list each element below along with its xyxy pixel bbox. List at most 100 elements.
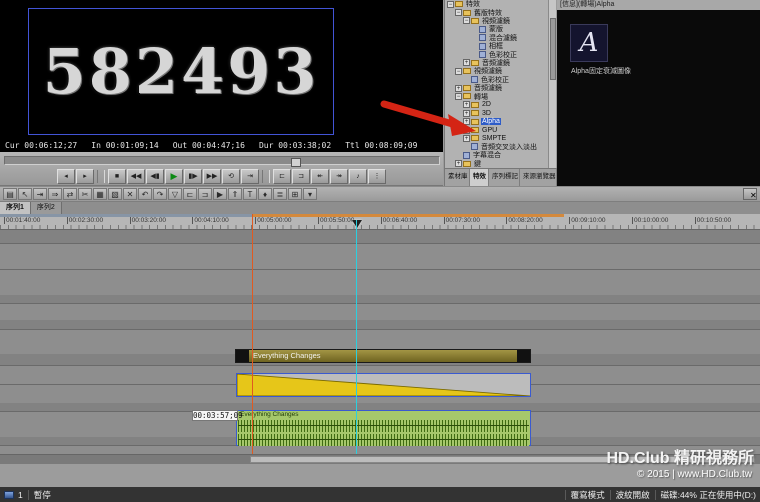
tree-item-Alpha[interactable]: +Alpha — [445, 117, 549, 125]
next-frame-button[interactable]: ▮▶ — [184, 169, 202, 184]
pause-button[interactable]: 暫停 — [34, 489, 51, 501]
tree-item-字幕混合[interactable]: 字幕混合 — [445, 151, 549, 159]
set-out-icon[interactable]: ⊐ — [198, 188, 212, 200]
toolbar-menu-icon[interactable]: ▾ — [303, 188, 317, 200]
expand-icon[interactable]: + — [463, 101, 470, 108]
timecode-tooltip: 00:03:57;09 — [192, 410, 238, 421]
expand-icon[interactable]: + — [463, 127, 470, 134]
collapse-icon[interactable]: − — [447, 1, 454, 8]
timeline-tracks[interactable]: Everything Changes 00:03:57;09 Everythin… — [0, 230, 760, 454]
effect-icon — [479, 34, 486, 41]
scrub-bar[interactable] — [4, 156, 440, 165]
rewind-button[interactable]: ◀◀ — [127, 169, 145, 184]
stop-button[interactable]: ■ — [108, 169, 126, 184]
expand-icon[interactable]: + — [463, 118, 470, 125]
keyframe-icon[interactable]: ♦ — [258, 188, 272, 200]
title-tool-icon[interactable]: T — [243, 188, 257, 200]
tree-item-鍵[interactable]: +鍵 — [445, 159, 549, 167]
alpha-effect-thumbnail[interactable]: A — [570, 24, 608, 62]
alpha-letter: A — [580, 28, 599, 58]
sequence-tab-序列2[interactable]: 序列2 — [31, 202, 62, 214]
ripple-mode-icon[interactable]: ⇄ — [63, 188, 77, 200]
expand-icon[interactable]: + — [463, 135, 470, 142]
delete-icon[interactable]: ✕ — [123, 188, 137, 200]
goto-in-button[interactable]: ↞ — [311, 169, 329, 184]
folder-icon — [463, 68, 471, 74]
cut-icon[interactable]: ✂ — [78, 188, 92, 200]
palette-tab-素材庫[interactable]: 素材庫 — [445, 169, 470, 186]
tree-item-2D[interactable]: +2D — [445, 101, 549, 109]
close-icon[interactable]: ✕ — [743, 188, 757, 200]
palette-tab-特效[interactable]: 特效 — [470, 169, 489, 186]
ruler-label: 00:08:20:00 — [506, 217, 542, 224]
tree-item-3D[interactable]: +3D — [445, 109, 549, 117]
status-menu-icon[interactable] — [4, 491, 14, 499]
play-icon[interactable]: ▶ — [213, 188, 227, 200]
mixer-icon[interactable]: ≣ — [273, 188, 287, 200]
track-lane[interactable] — [0, 230, 760, 243]
expand-icon[interactable]: + — [463, 59, 470, 66]
divider — [565, 490, 566, 500]
track-lane[interactable] — [0, 320, 760, 329]
jog-right-button[interactable]: ▸ — [76, 169, 94, 184]
collapse-icon[interactable]: − — [455, 68, 462, 75]
ruler-label: 00:10:00:00 — [632, 217, 668, 224]
play-button[interactable]: ▶ — [165, 169, 183, 184]
tree-item-音頻濾鏡[interactable]: +音頻濾鏡 — [445, 84, 549, 92]
overwrite-mode-icon[interactable]: ⇒ — [48, 188, 62, 200]
sequence-tabs: 序列1序列2 — [0, 202, 760, 214]
goto-out-button[interactable]: ↠ — [330, 169, 348, 184]
video-editor-window: 582493 Cur 00:06:12;27In 00:01:09;14Out … — [0, 0, 760, 502]
fast-forward-button[interactable]: ▶▶ — [203, 169, 221, 184]
clip-trim-handle-left[interactable] — [236, 350, 249, 362]
transition-fade-clip[interactable] — [236, 373, 531, 397]
ruler-label: 00:06:40:00 — [381, 217, 417, 224]
undo-icon[interactable]: ↶ — [138, 188, 152, 200]
sequence-tab-序列1[interactable]: 序列1 — [0, 202, 31, 214]
goto-end-button[interactable]: ⇥ — [241, 169, 259, 184]
cursor-icon[interactable]: ↖ — [18, 188, 32, 200]
overwrite-mode-button[interactable]: 覆寫模式 — [571, 489, 605, 501]
add-marker-icon[interactable]: ▽ — [168, 188, 182, 200]
tree-item-轉場[interactable]: −轉場 — [445, 92, 549, 100]
expand-icon[interactable]: + — [455, 85, 462, 92]
collapse-icon[interactable]: − — [455, 9, 462, 16]
playhead-handle[interactable] — [352, 220, 362, 228]
paste-icon[interactable]: ▧ — [108, 188, 122, 200]
divider — [28, 490, 29, 500]
palette-tab-來源瀏覽器[interactable]: 來源瀏覽器 — [520, 169, 557, 186]
timeline-ruler[interactable]: 00:01:40:0000:02:30:0000:03:20:0000:04:1… — [0, 214, 760, 230]
redo-icon[interactable]: ↷ — [153, 188, 167, 200]
monitor-menu-button[interactable]: ⋮ — [368, 169, 386, 184]
jog-left-button[interactable]: ◂ — [57, 169, 75, 184]
zoom-icon[interactable]: ⊞ — [288, 188, 302, 200]
collapse-icon[interactable]: − — [455, 93, 462, 100]
loop-button[interactable]: ⟲ — [222, 169, 240, 184]
effect-palette: −特效−舊版特效−視頻濾鏡蒙版混合濾鏡相框色彩校正+音頻濾鏡−視頻濾鏡色彩校正+… — [444, 0, 556, 186]
expand-icon[interactable]: + — [455, 160, 462, 167]
palette-tab-序列標記[interactable]: 序列標記 — [489, 169, 520, 186]
export-icon[interactable]: ⇑ — [228, 188, 242, 200]
palette-scrollbar-thumb[interactable] — [550, 18, 556, 80]
audio-waveform-left — [238, 420, 529, 432]
expand-icon[interactable]: + — [463, 110, 470, 117]
copy-icon[interactable]: ▦ — [93, 188, 107, 200]
track-lane[interactable] — [0, 295, 760, 303]
tree-item-GPU[interactable]: +GPU — [445, 126, 549, 134]
title-clip[interactable]: Everything Changes — [235, 349, 531, 363]
prev-frame-button[interactable]: ◀▮ — [146, 169, 164, 184]
set-in-button[interactable]: ⊏ — [273, 169, 291, 184]
save-icon[interactable]: ▤ — [3, 188, 17, 200]
playhead-line[interactable] — [356, 220, 357, 454]
set-out-button[interactable]: ⊐ — [292, 169, 310, 184]
collapse-icon[interactable]: − — [463, 17, 470, 24]
insert-mode-icon[interactable]: ⇥ — [33, 188, 47, 200]
audio-clip[interactable]: Everything Changes — [236, 410, 531, 446]
ripple-mode-button[interactable]: 波紋開啟 — [616, 489, 650, 501]
no-expander — [455, 152, 462, 159]
set-in-icon[interactable]: ⊏ — [183, 188, 197, 200]
watermark-title: HD.Club 精研視務所 — [606, 444, 754, 468]
audio-button[interactable]: ♪ — [349, 169, 367, 184]
clip-trim-handle-right[interactable] — [517, 350, 530, 362]
palette-scrollbar[interactable] — [548, 0, 556, 168]
